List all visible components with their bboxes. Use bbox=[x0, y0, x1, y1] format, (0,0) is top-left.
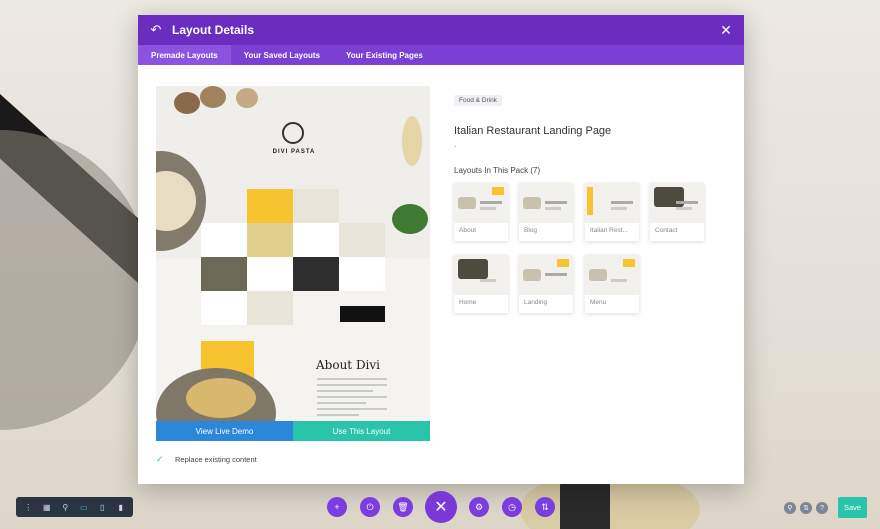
plate-shape bbox=[0, 130, 150, 430]
menu-cell bbox=[293, 257, 339, 291]
menu-cell bbox=[293, 189, 339, 223]
garlic-shape bbox=[402, 116, 422, 166]
layout-thumb-home[interactable]: Home bbox=[454, 255, 508, 313]
layout-description: . bbox=[454, 140, 457, 149]
thumb-image bbox=[454, 183, 508, 223]
close-icon[interactable]: ✕ bbox=[718, 22, 734, 39]
search-icon[interactable]: ⚲ bbox=[784, 502, 796, 514]
pasta-logo-icon bbox=[282, 122, 304, 144]
thumb-label: Italian Rest... bbox=[590, 227, 628, 234]
builder-toolbar: + ⏻ 🗑 ✕ ⚙ ◷ ⇅ bbox=[0, 490, 880, 524]
add-icon[interactable]: + bbox=[327, 497, 347, 517]
menu-cell bbox=[247, 189, 293, 223]
thumb-image bbox=[650, 183, 704, 223]
layout-details-panel: Food & Drink Italian Restaurant Landing … bbox=[454, 89, 734, 175]
pack-heading: Layouts In This Pack (7) bbox=[454, 166, 541, 175]
layout-title: Italian Restaurant Landing Page bbox=[454, 125, 612, 137]
layout-thumb-menu[interactable]: Menu bbox=[585, 255, 639, 313]
portability-icon[interactable]: ⇅ bbox=[800, 502, 812, 514]
layout-thumb-italian-restaurant[interactable]: Italian Rest... bbox=[585, 183, 639, 241]
thumb-label: Contact bbox=[655, 227, 678, 234]
check-icon[interactable]: ✓ bbox=[156, 453, 168, 465]
thumb-label: Landing bbox=[524, 299, 548, 306]
layout-thumb-about[interactable]: About bbox=[454, 183, 508, 241]
modal-title: Layout Details bbox=[172, 23, 255, 37]
menu-cell bbox=[201, 291, 247, 325]
preview-about-heading: About Divi bbox=[316, 358, 381, 372]
mushroom-shape bbox=[174, 92, 200, 114]
layout-thumb-landing[interactable]: Landing bbox=[519, 255, 573, 313]
layout-details-modal: ↶ Layout Details ✕ Premade Layouts Your … bbox=[138, 15, 744, 484]
thumb-label: About bbox=[459, 227, 476, 234]
thumb-image bbox=[585, 255, 639, 295]
menu-cell bbox=[201, 257, 247, 291]
menu-cell bbox=[247, 257, 293, 291]
view-live-demo-button[interactable]: View Live Demo bbox=[156, 421, 293, 441]
layout-preview-image: DIVI PASTA About Divi bbox=[156, 86, 430, 421]
thumb-image bbox=[585, 183, 639, 223]
tab-bar: Premade Layouts Your Saved Layouts Your … bbox=[138, 45, 744, 65]
thumb-label: Home bbox=[459, 299, 477, 306]
preview-text-lines bbox=[317, 378, 387, 420]
help-icon[interactable]: ? bbox=[816, 502, 828, 514]
tab-premade-layouts[interactable]: Premade Layouts bbox=[138, 45, 231, 65]
thumb-label: Blog bbox=[524, 227, 538, 234]
replace-content-label: Replace existing content bbox=[175, 454, 257, 464]
trash-icon[interactable]: 🗑 bbox=[393, 497, 413, 517]
tab-existing-pages[interactable]: Your Existing Pages bbox=[333, 45, 436, 65]
menu-cell bbox=[247, 223, 293, 257]
herb-shape bbox=[392, 204, 428, 234]
pasta-shape bbox=[186, 378, 256, 418]
thumb-image bbox=[519, 183, 573, 223]
thumb-label: Menu bbox=[590, 299, 607, 306]
mushroom-shape bbox=[236, 88, 258, 108]
layout-thumb-contact[interactable]: Contact bbox=[650, 183, 704, 241]
use-this-layout-button[interactable]: Use This Layout bbox=[293, 421, 430, 441]
mushroom-shape bbox=[200, 86, 226, 108]
menu-cell bbox=[247, 291, 293, 325]
close-icon[interactable]: ✕ bbox=[425, 491, 457, 523]
layout-thumb-blog[interactable]: Blog bbox=[519, 183, 573, 241]
menu-cell bbox=[339, 223, 385, 257]
modal-header: ↶ Layout Details ✕ bbox=[138, 15, 744, 45]
preview-cta-block bbox=[340, 306, 385, 322]
save-button[interactable]: Save bbox=[838, 497, 867, 518]
preview-actions: View Live Demo Use This Layout bbox=[156, 421, 430, 441]
sort-icon[interactable]: ⇅ bbox=[535, 497, 555, 517]
power-icon[interactable]: ⏻ bbox=[360, 497, 380, 517]
category-tag[interactable]: Food & Drink bbox=[454, 95, 502, 106]
preview-brand: DIVI PASTA bbox=[272, 149, 316, 155]
gear-icon[interactable]: ⚙ bbox=[469, 497, 489, 517]
menu-cell bbox=[339, 257, 385, 291]
tab-saved-layouts[interactable]: Your Saved Layouts bbox=[231, 45, 333, 65]
menu-cell bbox=[201, 223, 247, 257]
menu-cell bbox=[293, 223, 339, 257]
thumb-image bbox=[454, 255, 508, 295]
thumb-image bbox=[519, 255, 573, 295]
back-arrow-icon[interactable]: ↶ bbox=[148, 22, 164, 38]
history-icon[interactable]: ◷ bbox=[502, 497, 522, 517]
replace-content-checkbox[interactable]: ✓ Replace existing content bbox=[156, 453, 257, 465]
